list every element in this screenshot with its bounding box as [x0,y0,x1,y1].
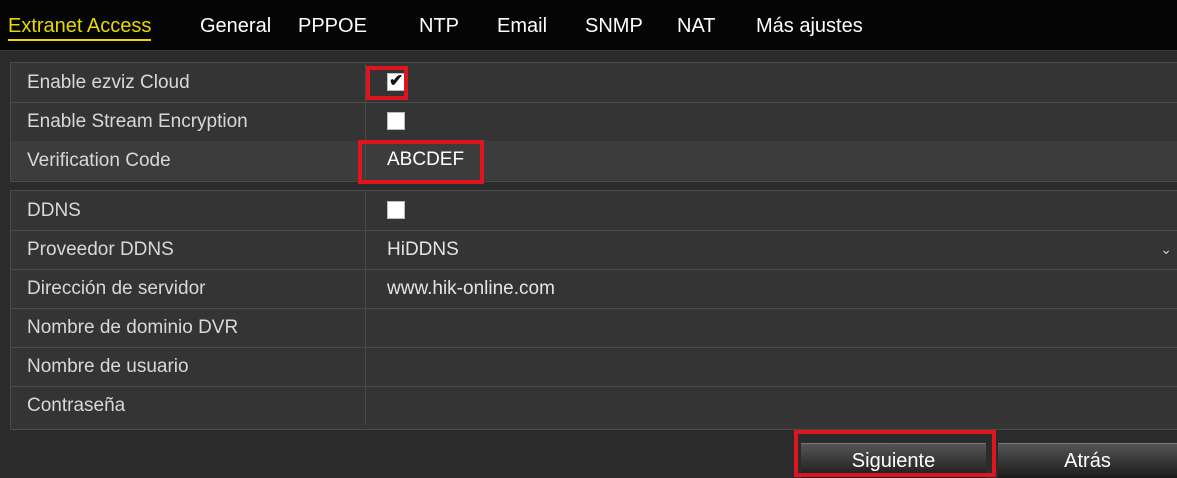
row-enable-ezviz: Enable ezviz Cloud ✔ [11,63,1177,103]
tab-pppoe[interactable]: PPPOE [298,14,367,38]
ddns-settings-panel: DDNS Proveedor DDNS HiDDNS ⌄ Dirección d… [10,190,1177,430]
tab-ntp[interactable]: NTP [419,14,459,38]
back-button[interactable]: Atrás [998,443,1177,478]
row-dvr-domain: Nombre de dominio DVR [11,308,1177,348]
ddns-checkbox[interactable] [387,201,405,219]
dvr-domain-label: Nombre de dominio DVR [11,308,366,347]
row-stream-encryption: Enable Stream Encryption [11,102,1177,142]
next-button[interactable]: Siguiente [801,443,986,478]
tab-bar: Extranet Access General PPPOE NTP Email … [0,0,1177,51]
tab-email[interactable]: Email [497,14,547,38]
server-address-label: Dirección de servidor [11,269,366,308]
row-verification-code: Verification Code ABCDEF [11,141,1177,180]
chevron-down-icon: ⌄ [1160,241,1172,257]
password-field[interactable] [387,386,1167,425]
tab-extranet-access[interactable]: Extranet Access [8,14,152,41]
verification-code-label: Verification Code [11,141,366,180]
ddns-label: DDNS [11,191,366,230]
server-address-field[interactable]: www.hik-online.com [387,269,555,308]
ddns-provider-value: HiDDNS [387,239,459,260]
tab-general[interactable]: General [200,14,271,38]
enable-ezviz-checkbox[interactable]: ✔ [387,71,405,91]
row-ddns: DDNS [11,191,1177,231]
password-label: Contraseña [11,386,366,425]
row-server-address: Dirección de servidor www.hik-online.com [11,269,1177,309]
stream-encryption-label: Enable Stream Encryption [11,102,366,141]
row-username: Nombre de usuario [11,347,1177,387]
enable-ezviz-label: Enable ezviz Cloud [11,63,366,102]
tab-mas-ajustes[interactable]: Más ajustes [756,14,863,38]
dvr-domain-field[interactable] [387,308,1167,347]
row-ddns-provider: Proveedor DDNS HiDDNS ⌄ [11,230,1177,270]
row-password: Contraseña [11,386,1177,425]
username-label: Nombre de usuario [11,347,366,386]
check-icon: ✔ [389,71,404,90]
tab-nat[interactable]: NAT [677,14,716,38]
cloud-settings-panel: Enable ezviz Cloud ✔ Enable Stream Encry… [10,62,1177,182]
ddns-provider-label: Proveedor DDNS [11,230,366,269]
ddns-provider-select[interactable]: HiDDNS ⌄ [387,230,1172,269]
verification-code-field[interactable]: ABCDEF [387,147,464,173]
username-field[interactable] [387,347,1167,386]
stream-encryption-checkbox[interactable] [387,112,405,130]
tab-snmp[interactable]: SNMP [585,14,643,38]
